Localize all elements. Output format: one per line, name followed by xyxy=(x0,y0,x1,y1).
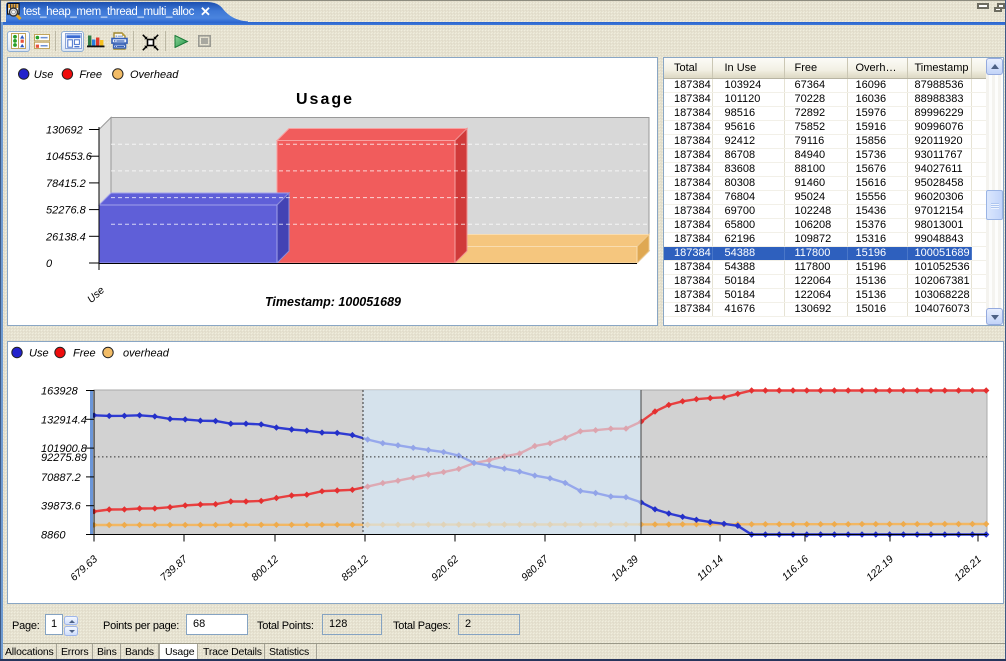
svg-text:920.62: 920.62 xyxy=(429,553,461,584)
svg-text:52276.8: 52276.8 xyxy=(46,205,87,217)
svg-text:39873.6: 39873.6 xyxy=(41,501,82,513)
svg-text:110.14: 110.14 xyxy=(695,553,726,583)
svg-text:116.16: 116.16 xyxy=(780,553,811,583)
svg-text:Usage: Usage xyxy=(296,91,354,108)
svg-text:132914.4: 132914.4 xyxy=(41,414,87,426)
svg-text:0: 0 xyxy=(46,258,53,270)
svg-text:Free: Free xyxy=(73,348,96,360)
svg-text:859.12: 859.12 xyxy=(339,553,371,584)
svg-text:104.39: 104.39 xyxy=(609,553,641,584)
svg-text:70887.2: 70887.2 xyxy=(41,472,81,484)
svg-text:26138.4: 26138.4 xyxy=(45,231,86,243)
svg-text:Use: Use xyxy=(29,348,49,360)
svg-text:8860: 8860 xyxy=(41,530,66,542)
svg-text:130692: 130692 xyxy=(46,125,83,137)
svg-text:980.87: 980.87 xyxy=(519,553,552,584)
svg-text:Free: Free xyxy=(79,69,102,81)
svg-text:739.87: 739.87 xyxy=(158,553,191,584)
svg-text:92275.89: 92275.89 xyxy=(41,452,87,464)
svg-text:104553.6: 104553.6 xyxy=(46,151,93,163)
svg-text:Timestamp: 100051689: Timestamp: 100051689 xyxy=(265,295,401,309)
svg-text:Use: Use xyxy=(85,284,107,306)
svg-text:overhead: overhead xyxy=(123,348,170,360)
svg-text:163928: 163928 xyxy=(41,386,79,398)
svg-text:Overhead: Overhead xyxy=(130,69,179,81)
svg-text:122.19: 122.19 xyxy=(864,553,896,584)
svg-text:800.12: 800.12 xyxy=(249,553,281,584)
svg-text:78415.2: 78415.2 xyxy=(46,178,86,190)
svg-text:Use: Use xyxy=(34,69,54,81)
svg-text:679.63: 679.63 xyxy=(68,553,100,584)
svg-text:128.21: 128.21 xyxy=(952,553,984,583)
